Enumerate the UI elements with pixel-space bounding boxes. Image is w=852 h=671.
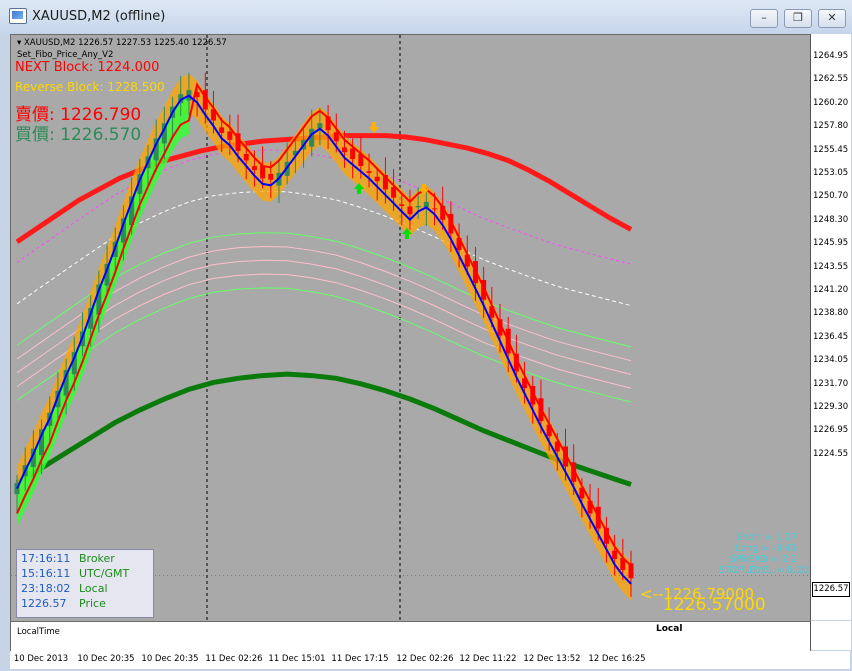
info-time: 1226.57 xyxy=(21,597,67,610)
price-tick-label: 1243.55 xyxy=(813,261,849,272)
price-tick-label: 1257.80 xyxy=(813,121,849,132)
price-tick-label: 1253.05 xyxy=(813,168,849,178)
subpanel-left-label: LocalTime xyxy=(17,627,60,637)
price-tick-label: 1231.70 xyxy=(813,378,849,389)
close-button[interactable]: ✕ xyxy=(818,9,846,28)
clock-info-box: 17:16:11 Broker 15:16:11 UTC/GMT 23:18:0… xyxy=(16,549,154,618)
price-tick-label: 1255.45 xyxy=(813,144,849,155)
stat-short: Short = 1.17 xyxy=(736,532,797,543)
candle-body xyxy=(612,550,618,559)
buy-price-label: 買價: 1226.570 xyxy=(15,125,142,145)
price-tick-label: 1234.05 xyxy=(813,355,849,366)
subpanel-axis xyxy=(810,621,851,650)
price-tick-label: 1238.80 xyxy=(813,308,849,319)
price-tick-label: 1226.95 xyxy=(813,425,849,436)
time-tick-label: 10 Dec 2013 xyxy=(13,654,69,664)
minimize-button[interactable]: – xyxy=(750,9,778,28)
price-tick-label: 1248.30 xyxy=(813,214,849,225)
info-time: 15:16:11 xyxy=(21,567,71,580)
chart-window-icon xyxy=(9,8,27,24)
fast-channel-up-fill xyxy=(17,95,189,528)
subpanel-center-label: Local xyxy=(656,624,683,634)
candle-body xyxy=(374,176,380,182)
current-price-tag: 1226.57 xyxy=(812,582,850,597)
time-tick-label: 12 Dec 16:25 xyxy=(588,654,646,664)
stat-spread: SPREAD = 2.2 xyxy=(729,554,797,565)
time-tick-label: 12 Dec 11:22 xyxy=(459,654,517,664)
symbol-header: ▾ XAUUSD,M2 1226.57 1227.53 1225.40 1226… xyxy=(17,38,227,48)
reverse-block-label: Reverse Block: 1228.500 xyxy=(15,80,165,94)
price-tick-label: 1264.95 xyxy=(813,51,849,61)
info-row-price: 1226.57 Price xyxy=(21,597,106,610)
stat-stoplevel: STOPLEVEL = 0.00 xyxy=(719,565,809,576)
info-label: UTC/GMT xyxy=(79,567,130,580)
candle-body xyxy=(260,165,266,179)
time-tick-label: 11 Dec 02:26 xyxy=(205,654,263,664)
candle-body xyxy=(317,123,323,129)
info-label: Price xyxy=(79,597,106,610)
candle-body xyxy=(415,205,421,208)
info-row-local: 23:18:02 Local xyxy=(21,582,108,595)
candle-body xyxy=(227,131,233,140)
maximize-button[interactable]: ❐ xyxy=(784,9,812,28)
candle-body xyxy=(432,208,438,210)
sell-signal-arrow-icon xyxy=(369,122,379,133)
price-axis[interactable]: 1264.95 1262.55 1260.20 1257.80 1255.45 1253.… xyxy=(810,34,851,620)
candle-body xyxy=(350,148,356,160)
fast-red-line xyxy=(16,82,632,567)
info-row-broker: 17:16:11 Broker xyxy=(21,552,115,565)
candle-body xyxy=(268,173,274,180)
fast-blue-line xyxy=(16,94,632,585)
info-time: 23:18:02 xyxy=(21,582,71,595)
price-tick-label: 1224.55 xyxy=(813,448,849,459)
price-tick-label: 1241.20 xyxy=(813,285,849,295)
time-axis[interactable]: 10 Dec 2013 10 Dec 20:35 10 Dec 20:35 11 De… xyxy=(10,651,850,669)
price-tick-label: 1260.20 xyxy=(813,97,849,108)
price-chart[interactable]: ▾ XAUUSD,M2 1226.57 1227.53 1225.40 1226… xyxy=(10,34,811,622)
time-tick-label: 12 Dec 13:52 xyxy=(523,654,581,664)
buy-price-arrow-label: 1226.57000 xyxy=(663,595,766,615)
candle-body xyxy=(219,127,225,133)
info-label: Broker xyxy=(79,552,115,565)
info-label: Local xyxy=(79,582,108,595)
candle-body xyxy=(407,206,413,215)
fibo-band-line xyxy=(16,287,632,403)
time-tick-label: 12 Dec 02:26 xyxy=(396,654,454,664)
price-tick-label: 1245.95 xyxy=(813,238,849,249)
info-row-utc: 15:16:11 UTC/GMT xyxy=(21,567,129,580)
candle-body xyxy=(366,171,372,173)
window-titlebar[interactable]: XAUUSD,M2 (offline) – ❐ ✕ xyxy=(0,0,852,34)
candle-body xyxy=(391,187,397,198)
candle-body xyxy=(333,132,339,142)
stat-long: Long = -3.41 xyxy=(735,543,797,554)
slow-red-ma-line xyxy=(15,133,633,244)
candle-body xyxy=(399,204,405,206)
price-tick-label: 1250.70 xyxy=(813,191,849,202)
localtime-subpanel[interactable]: LocalTime Local xyxy=(10,621,811,652)
time-tick-label: 10 Dec 20:35 xyxy=(141,654,199,664)
time-tick-label: 10 Dec 20:35 xyxy=(77,654,135,664)
time-tick-label: 11 Dec 15:01 xyxy=(268,654,326,664)
indicator-name: Set_Fibo_Price_Any_V2 xyxy=(17,50,114,60)
next-block-label: NEXT Block: 1224.000 xyxy=(15,60,160,75)
candle-body xyxy=(251,166,257,171)
candle-body xyxy=(341,147,347,153)
info-time: 17:16:11 xyxy=(21,552,71,565)
price-tick-label: 1262.55 xyxy=(813,74,849,85)
price-tick-label: 1236.45 xyxy=(813,331,849,342)
price-tick-label: 1229.30 xyxy=(813,402,849,412)
candle-body xyxy=(243,153,249,161)
window-title: XAUUSD,M2 (offline) xyxy=(32,9,166,24)
time-tick-label: 11 Dec 17:15 xyxy=(331,654,389,664)
